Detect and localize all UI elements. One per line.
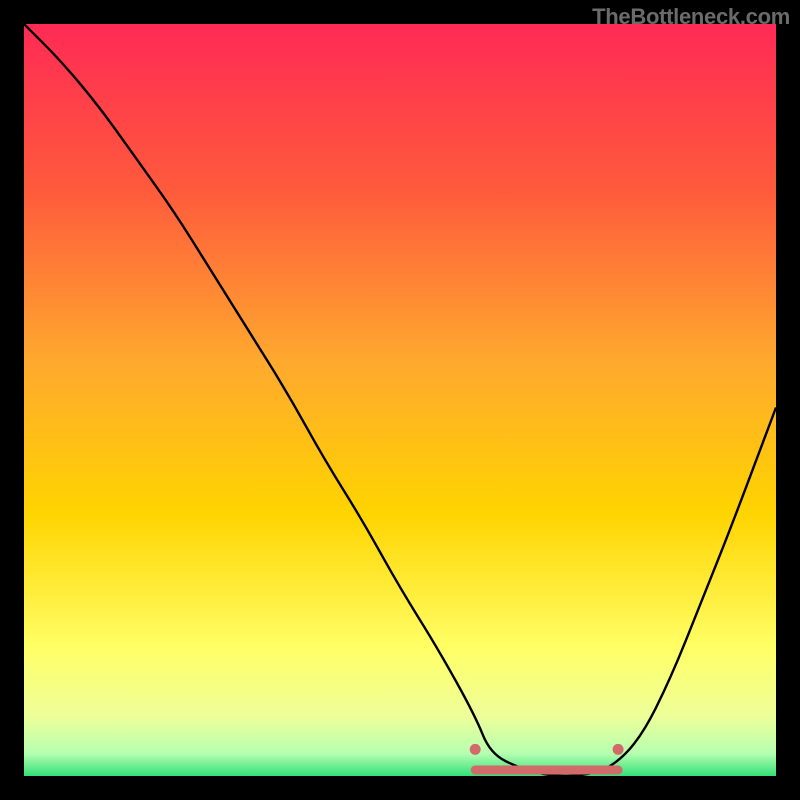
gradient-background <box>24 24 776 776</box>
optimal-zone-left-marker <box>470 744 481 755</box>
watermark-text: TheBottleneck.com <box>592 4 790 30</box>
plot-area <box>24 24 776 776</box>
optimal-zone-right-marker <box>613 744 624 755</box>
chart-svg <box>24 24 776 776</box>
chart-frame: TheBottleneck.com <box>0 0 800 800</box>
